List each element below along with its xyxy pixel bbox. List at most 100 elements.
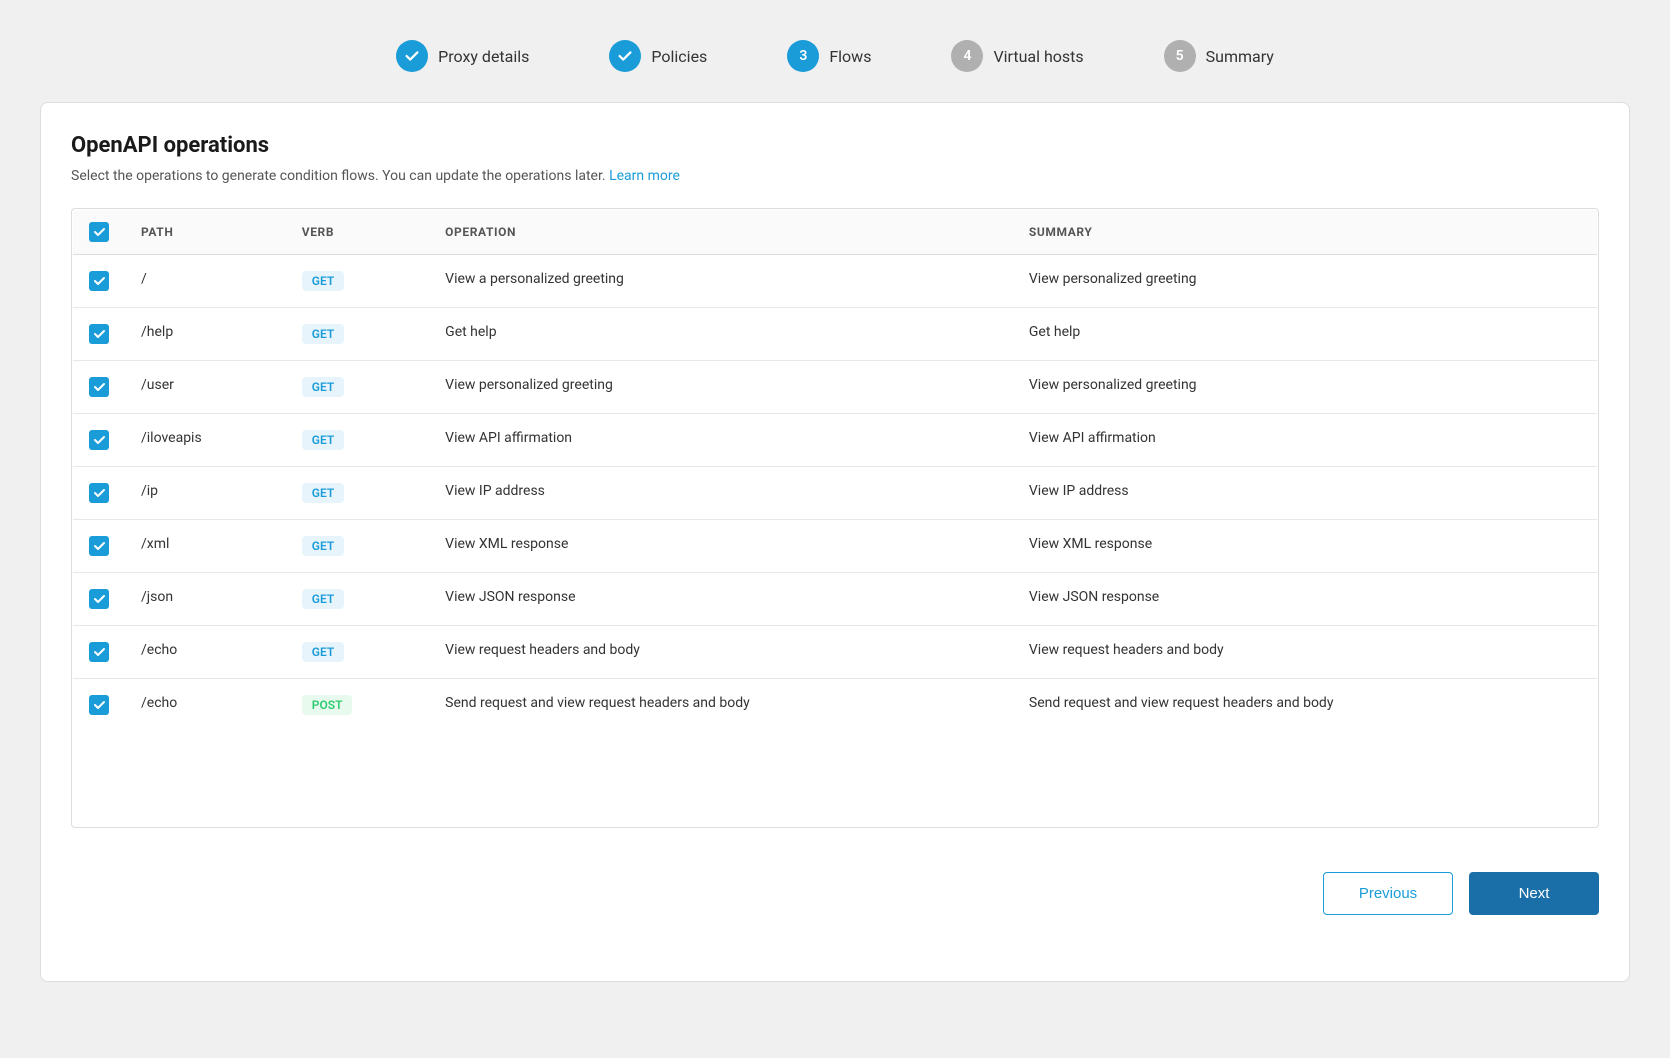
row-verb: POST: [286, 679, 429, 732]
stepper: Proxy details Policies 3 Flows 4 Virtual…: [20, 20, 1650, 102]
verb-badge-3: GET: [302, 430, 344, 450]
row-checkbox-cell[interactable]: [73, 520, 126, 573]
row-path: /ip: [125, 467, 286, 520]
row-operation: View request headers and body: [429, 626, 1013, 679]
step-proxy-details[interactable]: Proxy details: [396, 40, 529, 72]
step-flows[interactable]: 3 Flows: [787, 40, 871, 72]
col-header-operation: OPERATION: [429, 210, 1013, 255]
step-number-flows: 3: [799, 48, 807, 64]
row-verb: GET: [286, 467, 429, 520]
card-footer: Previous Next: [71, 848, 1599, 915]
table-header-row: PATH VERB OPERATION SUMMARY: [73, 210, 1598, 255]
col-header-checkbox[interactable]: [73, 210, 126, 255]
operations-table-wrapper: PATH VERB OPERATION SUMMARY /GETView a p…: [71, 208, 1599, 828]
row-checkbox-7[interactable]: [89, 642, 109, 662]
row-path: /json: [125, 573, 286, 626]
card-subtitle: Select the operations to generate condit…: [71, 168, 1599, 184]
table-row: /json GET View JSON responseView JSON resp…: [73, 573, 1598, 626]
row-verb: GET: [286, 573, 429, 626]
row-verb: GET: [286, 361, 429, 414]
col-header-path: PATH: [125, 210, 286, 255]
previous-button[interactable]: Previous: [1323, 872, 1453, 915]
row-checkbox-cell[interactable]: [73, 626, 126, 679]
verb-badge-2: GET: [302, 377, 344, 397]
table-body: /GETView a personalized greetingView per…: [73, 255, 1598, 732]
step-label-virtual-hosts: Virtual hosts: [993, 47, 1083, 66]
row-operation: View a personalized greeting: [429, 255, 1013, 308]
step-policies[interactable]: Policies: [609, 40, 707, 72]
learn-more-link[interactable]: Learn more: [609, 168, 680, 184]
row-verb: GET: [286, 414, 429, 467]
step-circle-virtual-hosts: 4: [951, 40, 983, 72]
verb-badge-6: GET: [302, 589, 344, 609]
row-operation: View JSON response: [429, 573, 1013, 626]
row-summary: View API affirmation: [1013, 414, 1598, 467]
row-summary: View request headers and body: [1013, 626, 1598, 679]
select-all-checkbox[interactable]: [89, 222, 109, 242]
row-operation: View XML response: [429, 520, 1013, 573]
row-checkbox-2[interactable]: [89, 377, 109, 397]
col-header-verb: VERB: [286, 210, 429, 255]
row-operation: View IP address: [429, 467, 1013, 520]
operations-table: PATH VERB OPERATION SUMMARY /GETView a p…: [72, 209, 1598, 732]
row-checkbox-cell[interactable]: [73, 414, 126, 467]
row-verb: GET: [286, 308, 429, 361]
card-subtitle-text: Select the operations to generate condit…: [71, 168, 606, 184]
table-row: /iloveapis GET View API affirmationView AP…: [73, 414, 1598, 467]
row-summary: View personalized greeting: [1013, 361, 1598, 414]
verb-badge-1: GET: [302, 324, 344, 344]
step-circle-proxy-details: [396, 40, 428, 72]
row-checkbox-3[interactable]: [89, 430, 109, 450]
row-path: /echo: [125, 679, 286, 732]
verb-badge-4: GET: [302, 483, 344, 503]
row-path: /iloveapis: [125, 414, 286, 467]
row-operation: Send request and view request headers an…: [429, 679, 1013, 732]
row-checkbox-5[interactable]: [89, 536, 109, 556]
row-checkbox-cell[interactable]: [73, 308, 126, 361]
step-virtual-hosts[interactable]: 4 Virtual hosts: [951, 40, 1083, 72]
row-checkbox-cell[interactable]: [73, 679, 126, 732]
main-card: OpenAPI operations Select the operations…: [40, 102, 1630, 982]
table-row: /user GET View personalized greetingView p…: [73, 361, 1598, 414]
step-summary[interactable]: 5 Summary: [1164, 40, 1274, 72]
step-label-flows: Flows: [829, 47, 871, 66]
step-label-policies: Policies: [651, 47, 707, 66]
table-row: /echoGETView request headers and bodyVie…: [73, 626, 1598, 679]
row-verb: GET: [286, 520, 429, 573]
table-row: /xml GET View XML responseView XML respons…: [73, 520, 1598, 573]
row-summary: Send request and view request headers an…: [1013, 679, 1598, 732]
row-verb: GET: [286, 626, 429, 679]
row-checkbox-1[interactable]: [89, 324, 109, 344]
row-operation: Get help: [429, 308, 1013, 361]
step-number-summary: 5: [1176, 48, 1184, 64]
row-checkbox-8[interactable]: [89, 695, 109, 715]
next-button[interactable]: Next: [1469, 872, 1599, 915]
row-checkbox-6[interactable]: [89, 589, 109, 609]
row-path: /echo: [125, 626, 286, 679]
row-verb: GET: [286, 255, 429, 308]
row-checkbox-4[interactable]: [89, 483, 109, 503]
row-operation: View API affirmation: [429, 414, 1013, 467]
row-summary: View XML response: [1013, 520, 1598, 573]
verb-badge-5: GET: [302, 536, 344, 556]
row-path: /help: [125, 308, 286, 361]
row-checkbox-cell[interactable]: [73, 467, 126, 520]
table-row: /ip GET View IP addressView IP address: [73, 467, 1598, 520]
row-path: /user: [125, 361, 286, 414]
row-checkbox-0[interactable]: [89, 271, 109, 291]
row-checkbox-cell[interactable]: [73, 573, 126, 626]
row-summary: View JSON response: [1013, 573, 1598, 626]
row-checkbox-cell[interactable]: [73, 255, 126, 308]
step-label-summary: Summary: [1206, 47, 1274, 66]
step-circle-policies: [609, 40, 641, 72]
col-header-summary: SUMMARY: [1013, 210, 1598, 255]
step-number-virtual-hosts: 4: [963, 48, 971, 64]
row-operation: View personalized greeting: [429, 361, 1013, 414]
row-path: /xml: [125, 520, 286, 573]
step-circle-summary: 5: [1164, 40, 1196, 72]
row-summary: View personalized greeting: [1013, 255, 1598, 308]
step-circle-flows: 3: [787, 40, 819, 72]
row-summary: Get help: [1013, 308, 1598, 361]
row-checkbox-cell[interactable]: [73, 361, 126, 414]
row-summary: View IP address: [1013, 467, 1598, 520]
